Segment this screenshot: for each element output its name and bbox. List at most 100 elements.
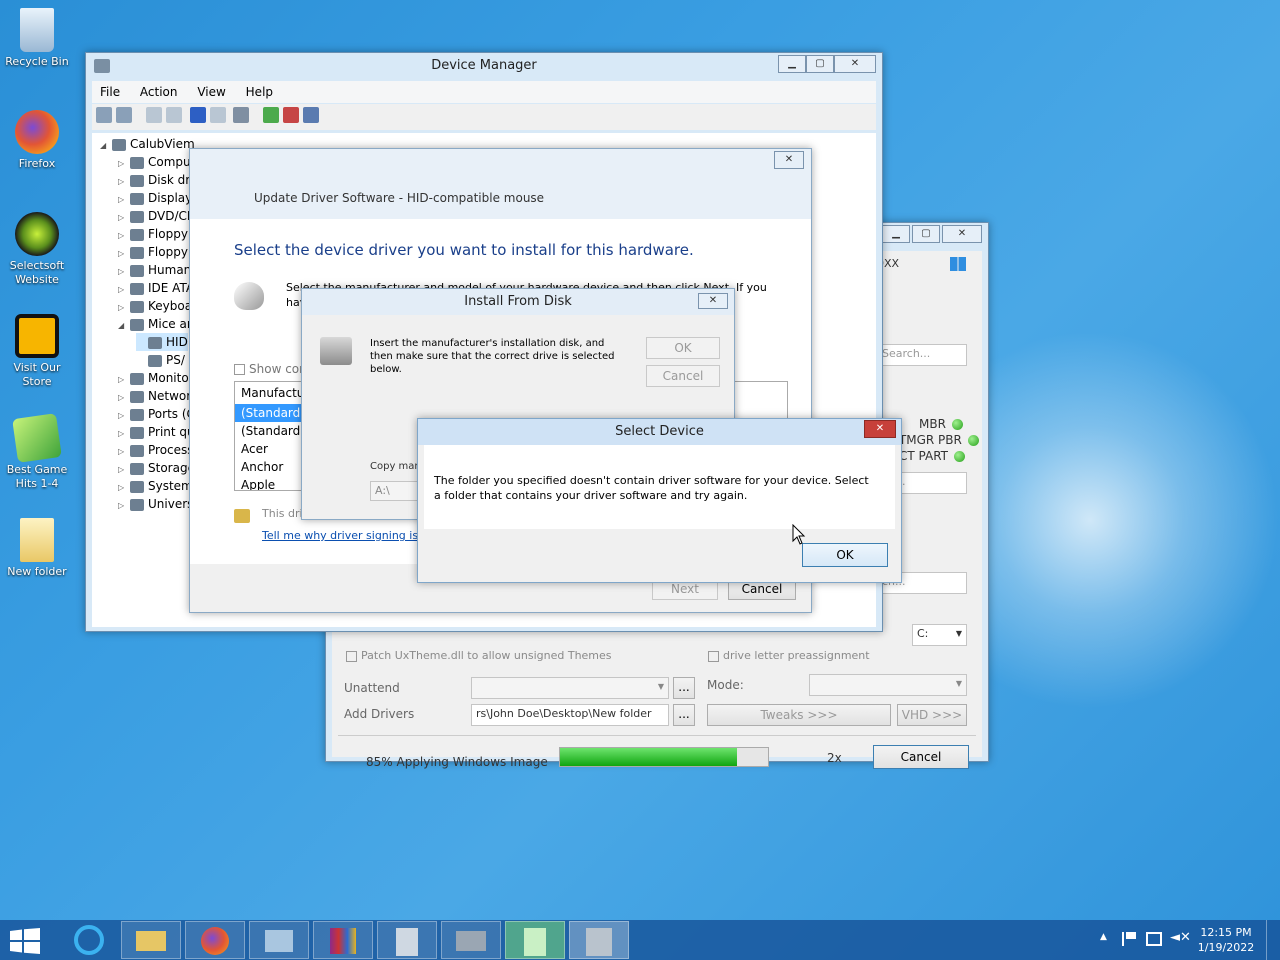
back-icon[interactable] (96, 107, 112, 123)
select-device-message-area: The folder you specified doesn't contain… (424, 445, 895, 529)
tree-item[interactable]: ▷ Print qu (118, 423, 195, 441)
device-icon (130, 246, 144, 259)
unattend-select[interactable]: ▼ (471, 677, 669, 699)
tree-item[interactable]: ▷ Networ (118, 387, 191, 405)
expand-arrow-icon[interactable]: ▷ (118, 497, 130, 515)
close-button[interactable]: ✕ (864, 420, 896, 438)
show-compatible-option[interactable]: Show com (234, 362, 311, 376)
scan-hardware-icon[interactable] (233, 107, 250, 123)
help-icon[interactable] (189, 107, 206, 123)
tree-item[interactable]: ▷ Ports (C (118, 405, 195, 423)
tree-item[interactable]: ▷ Floppy (118, 225, 188, 243)
desktop-icon-recycle-bin[interactable]: Recycle Bin (2, 8, 72, 69)
tweaks-button[interactable]: Tweaks >>> (707, 704, 891, 726)
taskbar-file-explorer[interactable] (121, 921, 181, 959)
volume-muted-icon[interactable]: ◄✕ (1170, 930, 1191, 945)
tree-item[interactable]: ▷ Human (118, 261, 191, 279)
mouse-cursor-icon (792, 524, 806, 545)
close-button[interactable]: ✕ (942, 225, 982, 243)
tree-item[interactable]: ▷ IDE ATA (118, 279, 194, 297)
properties-icon[interactable] (165, 107, 182, 123)
action-center-flag-icon[interactable] (1122, 932, 1136, 946)
add-drivers-browse-button[interactable]: ... (673, 704, 695, 726)
taskbar-control-panel[interactable] (249, 921, 309, 959)
show-hidden-icons-icon[interactable]: ▲ (1100, 932, 1107, 942)
forward-icon[interactable] (116, 107, 132, 123)
patch-theme-option[interactable]: Patch UxTheme.dll to allow unsigned Them… (346, 649, 612, 662)
taskbar-winntsetup[interactable] (505, 921, 565, 959)
install-disk-cancel-button[interactable]: Cancel (646, 365, 720, 387)
tree-item[interactable]: ▷ Process (118, 441, 194, 459)
uninstall-icon[interactable] (283, 107, 300, 123)
desktop-icon-store[interactable]: Visit Our Store (2, 314, 72, 389)
close-button[interactable]: ✕ (834, 55, 876, 73)
desktop-icon-games[interactable]: Best Game Hits 1-4 (2, 413, 72, 491)
mouse-icon (234, 282, 264, 310)
minimize-button[interactable]: ▁ (882, 225, 910, 243)
expand-arrow-icon[interactable]: ◢ (118, 317, 130, 335)
manufacturer-item[interactable]: (Standard sy (235, 422, 305, 440)
update-driver-icon[interactable] (263, 107, 280, 123)
menu-action[interactable]: Action (132, 81, 186, 103)
toolbar (92, 104, 876, 130)
manufacturer-item[interactable]: Anchor (235, 458, 305, 476)
manufacturer-item[interactable]: (Standard m (235, 404, 305, 422)
taskbar-device-manager[interactable] (569, 921, 629, 959)
vhd-button[interactable]: VHD >>> (897, 704, 967, 726)
internet-explorer-icon[interactable] (74, 925, 104, 955)
checkbox[interactable] (346, 650, 357, 662)
show-desktop-button[interactable] (1266, 920, 1280, 960)
checkbox[interactable] (234, 364, 245, 375)
firefox-icon (201, 927, 229, 955)
minimize-button[interactable]: ▁ (778, 55, 806, 73)
tree-item[interactable]: ▷ Storage (118, 459, 195, 477)
network-icon[interactable] (1146, 932, 1162, 946)
tree-item[interactable]: ▷ Univers (118, 495, 193, 513)
menu-help[interactable]: Help (238, 81, 281, 103)
search-field-1[interactable]: Search... (877, 344, 967, 366)
select-device-title: Select Device (615, 424, 704, 439)
taskbar-setup[interactable] (377, 921, 437, 959)
checkbox[interactable] (708, 650, 719, 662)
tree-item[interactable]: ◢ Mice ar (118, 315, 192, 333)
tree-root[interactable]: ◢ CalubViem (100, 135, 195, 153)
view-icon[interactable] (209, 107, 226, 123)
manufacturer-list[interactable]: Manufacture (Standard m (Standard sy Ace… (234, 381, 306, 491)
desktop-icon-selectsoft[interactable]: Selectsoft Website (2, 212, 72, 287)
menu-view[interactable]: View (189, 81, 233, 103)
select-device-ok-button[interactable]: OK (802, 543, 888, 567)
unattend-browse-button[interactable]: ... (673, 677, 695, 699)
mode-select[interactable]: ▼ (809, 674, 967, 696)
manufacturer-item[interactable]: Apple (235, 476, 305, 490)
setup-icon (396, 928, 418, 956)
maximize-button[interactable]: ▢ (806, 55, 834, 73)
install-disk-ok-button[interactable]: OK (646, 337, 720, 359)
show-hide-tree-icon[interactable] (145, 107, 162, 123)
tree-item[interactable]: ▷ Floppy (118, 243, 188, 261)
close-button[interactable]: ✕ (774, 151, 804, 169)
manufacturer-item[interactable]: Acer (235, 440, 305, 458)
taskbar-drive-tool[interactable] (441, 921, 501, 959)
game-icon (12, 413, 62, 463)
tree-item-label: Monito (148, 371, 189, 385)
close-button[interactable]: ✕ (698, 293, 728, 309)
tree-item[interactable]: ▷ Monito (118, 369, 189, 387)
maximize-button[interactable]: ▢ (912, 225, 940, 243)
tree-item[interactable]: PS/ (136, 351, 185, 369)
desktop-icon-firefox[interactable]: Firefox (2, 110, 72, 171)
start-icon[interactable] (10, 928, 40, 954)
drive-letter-option[interactable]: drive letter preassignment (708, 649, 870, 662)
disable-icon[interactable] (303, 107, 320, 123)
drive-select[interactable]: C: ▼ (912, 624, 967, 646)
clock[interactable]: 12:15 PM 1/19/2022 (1196, 925, 1256, 955)
taskbar-firefox[interactable] (185, 921, 245, 959)
setup-cancel-button[interactable]: Cancel (873, 745, 969, 769)
tree-item[interactable]: HID (136, 333, 188, 351)
tree-item[interactable]: ▷ System (118, 477, 193, 495)
taskbar-winrar[interactable] (313, 921, 373, 959)
device-icon (130, 408, 144, 421)
desktop-icon-new-folder[interactable]: New folder (2, 518, 72, 579)
menu-file[interactable]: File (92, 81, 128, 103)
tree-item[interactable]: ▷ Keyboa (118, 297, 192, 315)
add-drivers-field[interactable]: rs\John Doe\Desktop\New folder (471, 704, 669, 726)
